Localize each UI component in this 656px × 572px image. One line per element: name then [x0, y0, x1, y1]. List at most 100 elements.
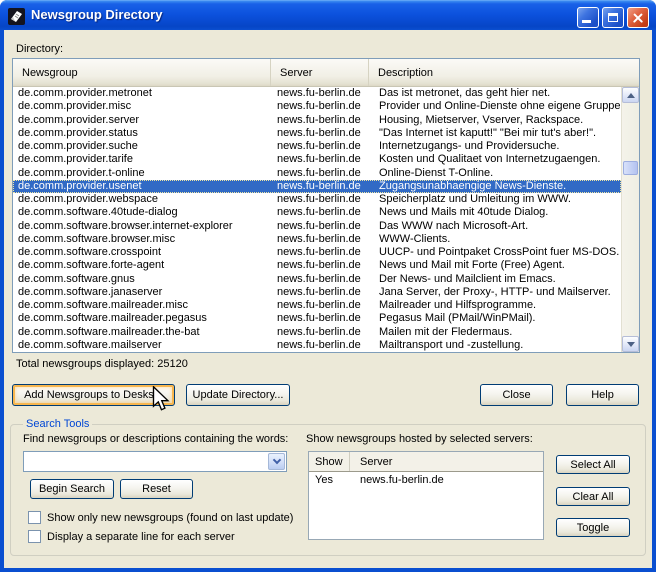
cell-newsgroup: de.comm.software.mailserver: [13, 339, 271, 352]
reset-button[interactable]: Reset: [120, 479, 193, 499]
scrollbar-track[interactable]: [622, 103, 639, 336]
checkbox-row-new-newsgroups: Show only new newsgroups (found on last …: [28, 511, 293, 524]
scroll-up-button[interactable]: [622, 87, 639, 103]
close-icon: [632, 12, 644, 24]
cell-server: news.fu-berlin.de: [271, 220, 369, 233]
arrow-up-icon: [627, 93, 635, 98]
titlebar[interactable]: Newsgroup Directory: [0, 0, 656, 30]
cell-newsgroup: de.comm.software.gnus: [13, 273, 271, 286]
table-row[interactable]: de.comm.provider.statusnews.fu-berlin.de…: [13, 127, 621, 140]
table-row[interactable]: de.comm.software.mailservernews.fu-berli…: [13, 339, 621, 352]
table-row[interactable]: de.comm.provider.usenetnews.fu-berlin.de…: [13, 180, 621, 193]
table-row[interactable]: de.comm.software.browser.miscnews.fu-ber…: [13, 233, 621, 246]
cell-server: news.fu-berlin.de: [271, 167, 369, 180]
column-header-newsgroup[interactable]: Newsgroup: [13, 59, 271, 86]
table-row[interactable]: de.comm.software.crosspointnews.fu-berli…: [13, 246, 621, 259]
server-table-header: Show Server: [309, 452, 543, 472]
cell-description: UUCP- und Pointpaket CrossPoint fuer MS-…: [369, 246, 621, 259]
newsreader-app-icon: [8, 8, 25, 25]
begin-search-button[interactable]: Begin Search: [30, 479, 114, 499]
server-cell-show: Yes: [309, 472, 350, 489]
scroll-down-button[interactable]: [622, 336, 639, 352]
maximize-icon: [608, 13, 618, 22]
cell-server: news.fu-berlin.de: [271, 299, 369, 312]
table-row[interactable]: de.comm.provider.metronetnews.fu-berlin.…: [13, 87, 621, 100]
search-tools-title: Search Tools: [23, 418, 92, 430]
cell-newsgroup: de.comm.software.mailreader.pegasus: [13, 312, 271, 325]
close-window-button[interactable]: [627, 7, 649, 28]
cell-newsgroup: de.comm.software.crosspoint: [13, 246, 271, 259]
directory-rows: de.comm.provider.metronetnews.fu-berlin.…: [13, 87, 621, 352]
table-row[interactable]: de.comm.software.40tude-dialognews.fu-be…: [13, 206, 621, 219]
column-header-description[interactable]: Description: [369, 59, 639, 86]
server-list-table: Show Server Yesnews.fu-berlin.de: [308, 451, 544, 540]
cell-newsgroup: de.comm.software.40tude-dialog: [13, 206, 271, 219]
table-row[interactable]: de.comm.provider.suchenews.fu-berlin.deI…: [13, 140, 621, 153]
cell-newsgroup: de.comm.provider.misc: [13, 100, 271, 113]
add-newsgroups-button[interactable]: Add Newsgroups to Desks...: [12, 384, 175, 406]
table-row[interactable]: de.comm.software.browser.internet-explor…: [13, 220, 621, 233]
separate-line-checkbox[interactable]: [28, 530, 41, 543]
table-row[interactable]: de.comm.software.gnusnews.fu-berlin.deDe…: [13, 273, 621, 286]
combobox-dropdown-button[interactable]: [268, 453, 285, 470]
cell-description: Internetzugangs- und Providersuche.: [369, 140, 621, 153]
toggle-button[interactable]: Toggle: [556, 518, 630, 537]
select-all-button[interactable]: Select All: [556, 455, 630, 474]
minimize-icon: [582, 20, 591, 23]
cell-newsgroup: de.comm.provider.t-online: [13, 167, 271, 180]
table-row[interactable]: de.comm.software.forte-agentnews.fu-berl…: [13, 259, 621, 272]
cell-newsgroup: de.comm.software.forte-agent: [13, 259, 271, 272]
table-row[interactable]: de.comm.software.mailreader.the-batnews.…: [13, 326, 621, 339]
clear-all-button[interactable]: Clear All: [556, 487, 630, 506]
vertical-scrollbar[interactable]: [621, 87, 639, 352]
cell-description: News und Mail mit Forte (Free) Agent.: [369, 259, 621, 272]
close-dialog-button[interactable]: Close: [480, 384, 553, 406]
hosted-servers-label: Show newsgroups hosted by selected serve…: [306, 433, 533, 445]
total-label: Total newsgroups displayed:: [16, 358, 154, 370]
server-row[interactable]: Yesnews.fu-berlin.de: [309, 472, 543, 489]
cell-newsgroup: de.comm.provider.status: [13, 127, 271, 140]
cell-description: Mailreader und Hilfsprogramme.: [369, 299, 621, 312]
cell-description: Zugangsunabhaengige News-Dienste.: [369, 180, 621, 193]
column-header-show[interactable]: Show: [309, 452, 350, 471]
help-button[interactable]: Help: [566, 384, 639, 406]
cell-server: news.fu-berlin.de: [271, 100, 369, 113]
cell-description: Housing, Mietserver, Vserver, Rackspace.: [369, 114, 621, 127]
search-words-combobox[interactable]: [23, 451, 287, 472]
table-row[interactable]: de.comm.software.mailreader.pegasusnews.…: [13, 312, 621, 325]
cell-description: Mailtransport und -zustellung.: [369, 339, 621, 352]
cell-server: news.fu-berlin.de: [271, 87, 369, 100]
search-words-value[interactable]: [24, 452, 267, 471]
update-directory-button[interactable]: Update Directory...: [186, 384, 290, 406]
cell-description: Das ist metronet, das geht hier net.: [369, 87, 621, 100]
checkbox-row-separate-line: Display a separate line for each server: [28, 530, 235, 543]
cell-newsgroup: de.comm.software.janaserver: [13, 286, 271, 299]
maximize-button[interactable]: [602, 7, 624, 28]
cell-server: news.fu-berlin.de: [271, 339, 369, 352]
table-row[interactable]: de.comm.provider.t-onlinenews.fu-berlin.…: [13, 167, 621, 180]
total-value: 25120: [157, 358, 188, 370]
column-header-server-name[interactable]: Server: [350, 452, 543, 471]
table-row[interactable]: de.comm.provider.tarifenews.fu-berlin.de…: [13, 153, 621, 166]
cell-server: news.fu-berlin.de: [271, 193, 369, 206]
cell-description: Provider und Online-Dienste ohne eigene …: [369, 100, 621, 113]
show-only-new-checkbox[interactable]: [28, 511, 41, 524]
cell-description: Der News- und Mailclient im Emacs.: [369, 273, 621, 286]
table-row[interactable]: de.comm.provider.webspacenews.fu-berlin.…: [13, 193, 621, 206]
scrollbar-thumb[interactable]: [623, 161, 638, 175]
cell-server: news.fu-berlin.de: [271, 180, 369, 193]
table-row[interactable]: de.comm.software.janaservernews.fu-berli…: [13, 286, 621, 299]
cell-server: news.fu-berlin.de: [271, 286, 369, 299]
newsgroup-directory-window: Newsgroup Directory Directory: Newsgroup…: [0, 0, 656, 572]
table-row[interactable]: de.comm.provider.miscnews.fu-berlin.dePr…: [13, 100, 621, 113]
table-row[interactable]: de.comm.software.mailreader.miscnews.fu-…: [13, 299, 621, 312]
find-words-label: Find newsgroups or descriptions containi…: [23, 433, 288, 445]
minimize-button[interactable]: [577, 7, 599, 28]
column-header-server[interactable]: Server: [271, 59, 369, 86]
cell-newsgroup: de.comm.software.mailreader.misc: [13, 299, 271, 312]
cell-newsgroup: de.comm.provider.metronet: [13, 87, 271, 100]
cell-newsgroup: de.comm.provider.suche: [13, 140, 271, 153]
list-header: Newsgroup Server Description: [13, 59, 639, 87]
table-row[interactable]: de.comm.provider.servernews.fu-berlin.de…: [13, 114, 621, 127]
cell-description: News und Mails mit 40tude Dialog.: [369, 206, 621, 219]
